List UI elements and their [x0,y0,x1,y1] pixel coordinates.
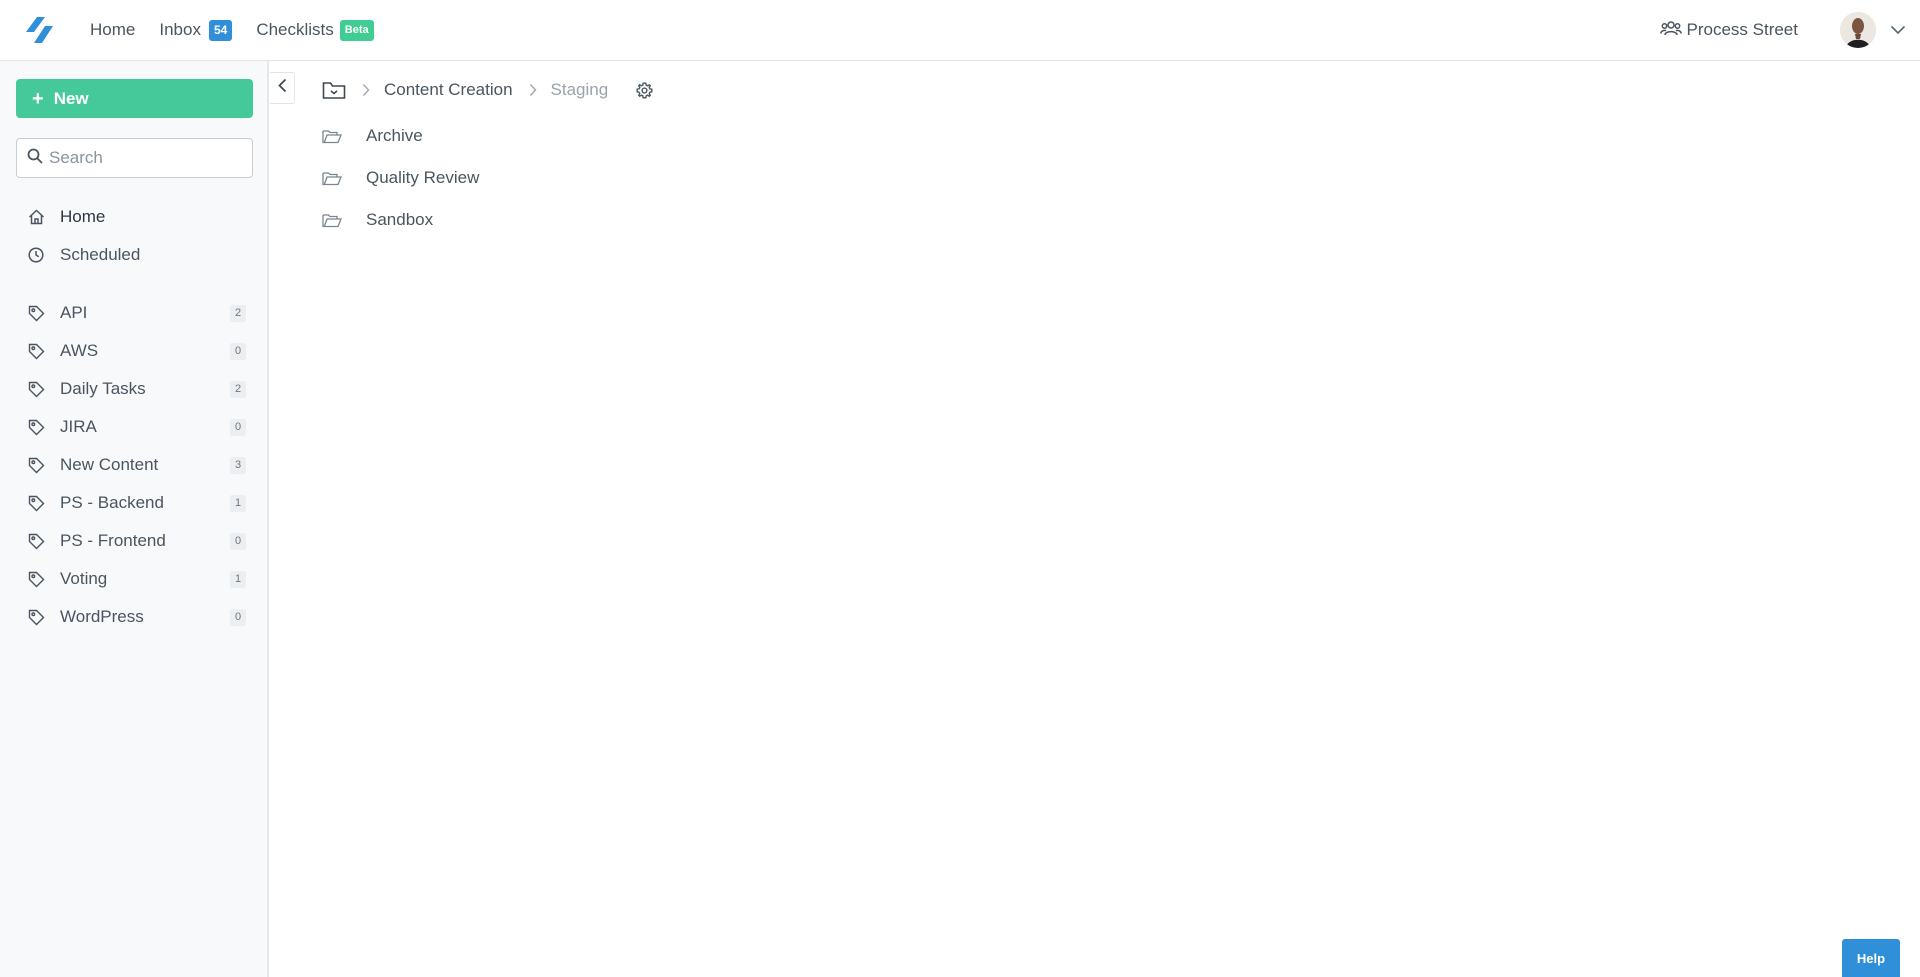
tag-label: Daily Tasks [60,379,146,398]
sidebar-tag-wordpress[interactable]: WordPress 0 [28,602,246,632]
top-right-area: Process Street [1659,0,1920,61]
tag-icon [28,457,48,474]
gear-icon[interactable] [636,82,653,99]
help-button-label: Help [1856,950,1886,966]
nav-checklists[interactable]: Checklists Beta [244,0,385,61]
breadcrumb: Content Creation Staging [322,76,653,104]
tag-label: PS - Backend [60,493,164,512]
breadcrumb-link-content-creation[interactable]: Content Creation [384,80,513,100]
new-button[interactable]: + New [16,79,253,118]
sidebar-item-label: Scheduled [60,245,141,264]
folder-item-archive[interactable]: Archive [322,121,423,151]
sidebar-tag-ps-frontend[interactable]: PS - Frontend 0 [28,526,246,556]
tag-icon [28,495,48,512]
folder-item-quality-review[interactable]: Quality Review [322,163,479,193]
tag-icon [28,419,48,436]
sidebar-tag-aws[interactable]: AWS 0 [28,336,246,366]
collapse-sidebar-button[interactable] [270,72,295,104]
sidebar-tag-ps-backend[interactable]: PS - Backend 1 [28,488,246,518]
tag-icon [28,533,48,550]
tag-label: New Content [60,455,159,474]
folder-label: Sandbox [366,210,434,229]
plus-icon: + [32,87,44,110]
breadcrumb-current: Staging [550,80,609,99]
nav-home-label: Home [90,20,136,39]
sidebar-tag-new-content[interactable]: New Content 3 [28,450,246,480]
chevron-left-icon [277,78,287,98]
organization-name: Process Street [1686,20,1799,39]
tag-label: Voting [60,569,108,588]
sidebar-tag-api[interactable]: API 2 [28,298,246,328]
search-icon [27,148,43,169]
chevron-right-icon [362,83,370,97]
search-field [16,138,253,178]
user-avatar[interactable] [1840,12,1876,48]
help-button[interactable]: Help [1842,939,1900,977]
beta-badge: Beta [339,19,374,41]
folder-item-sandbox[interactable]: Sandbox [322,205,433,235]
tag-label: JIRA [60,417,97,436]
tag-label: AWS [60,341,99,360]
folder-open-icon [322,213,344,228]
process-street-logo-icon[interactable] [22,13,56,47]
tag-count-badge: 2 [230,304,246,322]
folder-open-icon [322,129,344,144]
tag-icon [28,305,48,322]
tag-count-badge: 0 [230,608,246,626]
folder-label: Quality Review [366,168,480,187]
tag-label: PS - Frontend [60,531,166,550]
tag-count-badge: 0 [230,418,246,436]
search-input[interactable] [49,148,239,168]
tag-icon [28,381,48,398]
tag-label: WordPress [60,607,144,626]
nav-checklists-label: Checklists [256,20,334,39]
root-folder-icon[interactable] [322,81,346,100]
tag-icon [28,609,48,626]
inbox-count-badge: 54 [208,19,233,41]
tag-icon [28,571,48,588]
sidebar-tag-jira[interactable]: JIRA 0 [28,412,246,442]
tag-count-badge: 3 [230,456,246,474]
tag-count-badge: 0 [230,532,246,550]
chevron-right-icon [529,83,537,97]
sidebar-item-scheduled[interactable]: Scheduled [28,240,246,270]
tag-count-badge: 1 [230,570,246,588]
tag-count-badge: 0 [230,342,246,360]
nav-home[interactable]: Home [78,0,147,61]
folder-open-icon [322,171,344,186]
clock-icon [28,247,48,263]
sidebar: + New Home Scheduled [0,61,269,977]
tag-icon [28,343,48,360]
sidebar-item-label: Home [60,207,106,226]
sidebar-tag-voting[interactable]: Voting 1 [28,564,246,594]
tag-label: API [60,303,88,322]
sidebar-item-home[interactable]: Home [28,202,246,232]
new-button-label: New [53,88,89,108]
nav-inbox[interactable]: Inbox 54 [147,0,244,61]
users-icon [1659,20,1687,41]
nav-inbox-label: Inbox [159,20,201,39]
sidebar-tag-daily-tasks[interactable]: Daily Tasks 2 [28,374,246,404]
folder-label: Archive [366,126,423,145]
home-icon [28,209,48,225]
chevron-down-icon[interactable] [1890,25,1906,35]
organization-switcher[interactable]: Process Street [1659,20,1799,41]
tag-count-badge: 2 [230,380,246,398]
tag-count-badge: 1 [230,494,246,512]
top-navigation-bar: Home Inbox 54 Checklists Beta Process St… [0,0,1920,61]
